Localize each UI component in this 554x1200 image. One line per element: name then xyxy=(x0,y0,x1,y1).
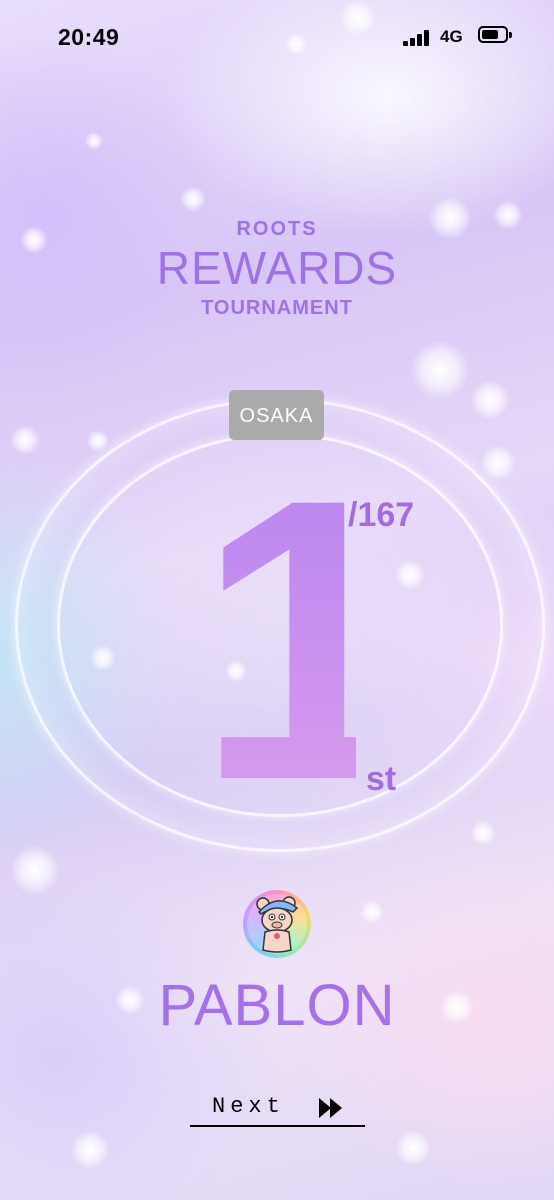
status-time: 20:49 xyxy=(58,24,120,50)
status-bar: 20:49 4G xyxy=(0,0,554,76)
fast-forward-icon xyxy=(319,1098,342,1118)
rank-suffix: st xyxy=(366,760,397,798)
next-label: Next xyxy=(212,1094,285,1119)
rank-total: /167 xyxy=(348,496,415,534)
next-button[interactable]: Next xyxy=(190,1088,365,1128)
network-type: 4G xyxy=(440,27,463,46)
battery-icon xyxy=(478,26,512,43)
next-underline xyxy=(190,1125,365,1127)
title-line-roots: ROOTS xyxy=(236,218,318,240)
player-name: PABLON xyxy=(158,973,396,1038)
signal-strength-icon xyxy=(403,30,433,46)
tournament-title: ROOTS REWARDS TOURNAMENT xyxy=(0,215,554,323)
pig-character-avatar-icon xyxy=(243,890,311,958)
title-line-rewards: REWARDS xyxy=(156,242,398,294)
title-line-tournament: TOURNAMENT xyxy=(201,297,353,319)
rank-number: 1 xyxy=(196,416,419,863)
